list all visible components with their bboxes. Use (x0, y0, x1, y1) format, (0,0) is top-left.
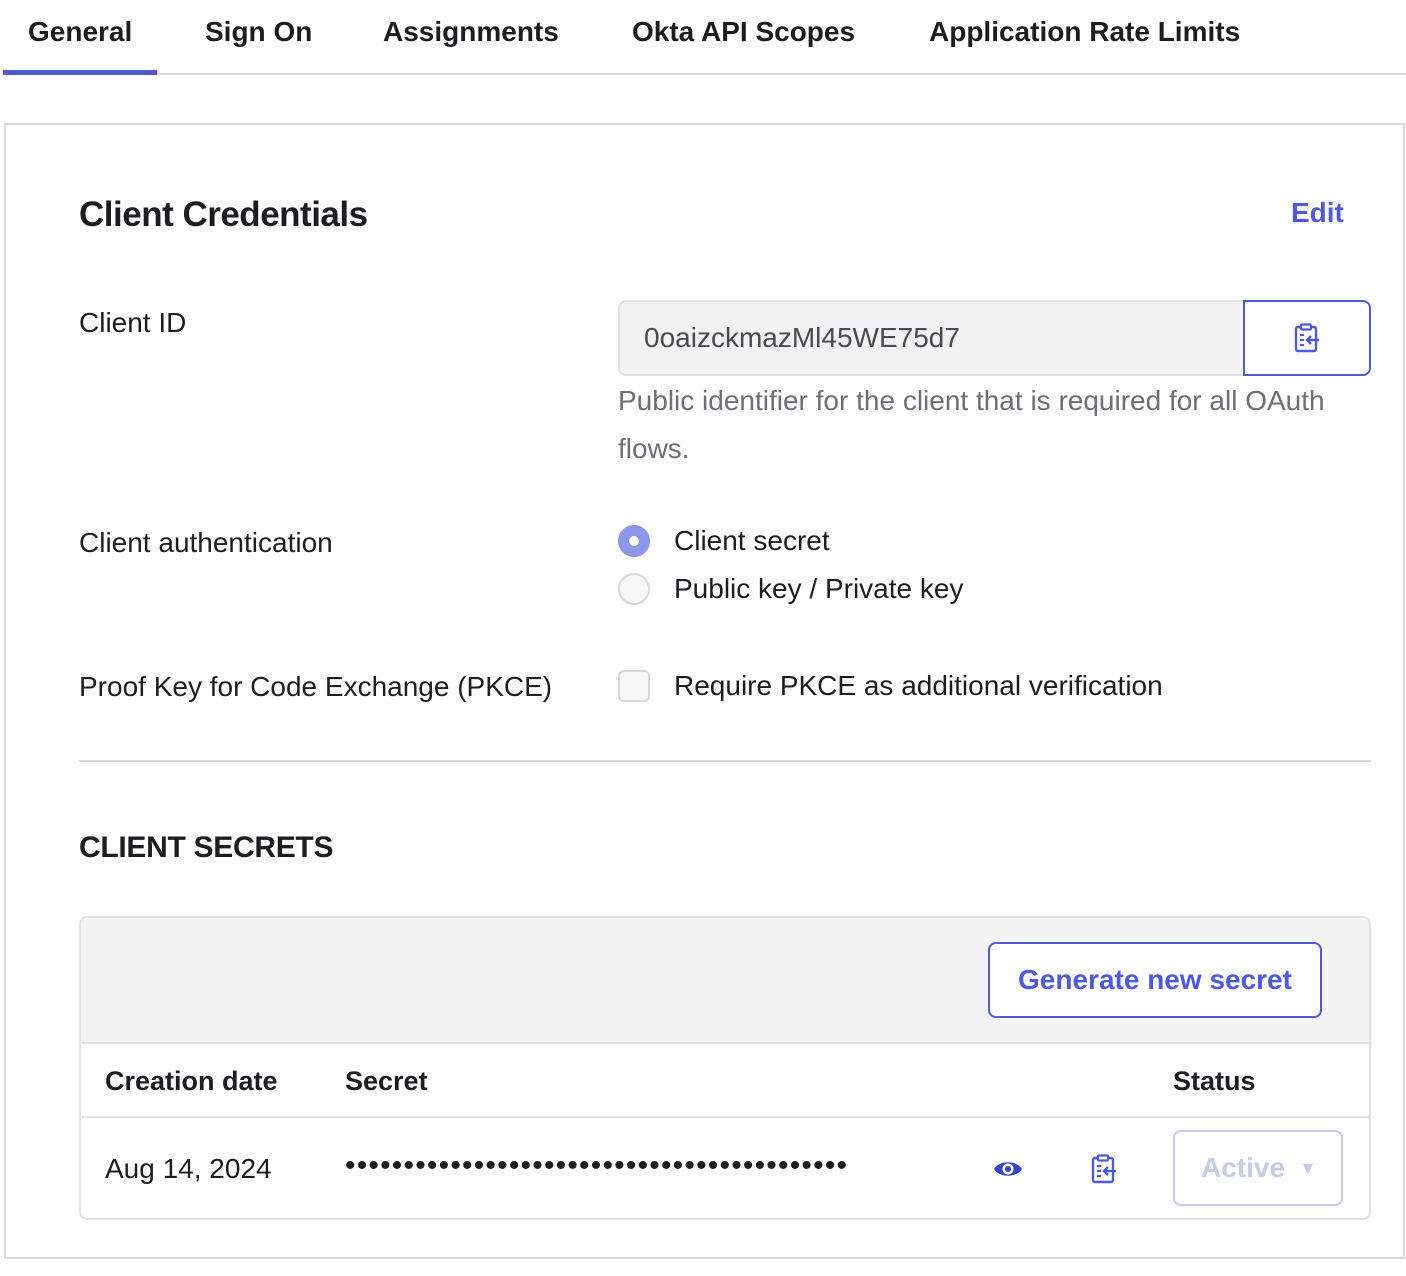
pkce-checkbox-row[interactable]: Require PKCE as additional verification (618, 670, 1163, 702)
radio-label: Client secret (674, 525, 830, 556)
pkce-checkbox[interactable] (618, 670, 650, 702)
secret-masked-value: ••••••••••••••••••••••••••••••••••••••••… (345, 1149, 849, 1182)
tab-bar: General Sign On Assignments Okta API Sco… (3, 0, 1406, 75)
radio-button[interactable] (618, 573, 650, 605)
eye-icon (994, 1162, 1022, 1176)
tab-okta-api-scopes[interactable]: Okta API Scopes (632, 0, 855, 73)
caret-down-icon: ▼ (1299, 1157, 1317, 1178)
client-id-field[interactable]: 0oaizckmazMl45WE75d7 (618, 300, 1244, 376)
radio-label: Public key / Private key (674, 573, 964, 604)
column-header-creation-date: Creation date (105, 1066, 278, 1096)
client-secrets-title: CLIENT SECRETS (79, 831, 334, 864)
tab-general[interactable]: General (3, 0, 157, 75)
table-header-divider (81, 1116, 1369, 1118)
column-header-secret: Secret (345, 1066, 428, 1096)
status-value: Active (1201, 1152, 1286, 1183)
client-id-label: Client ID (79, 307, 187, 338)
reveal-secret-button[interactable] (993, 1158, 1023, 1180)
tab-application-rate-limits[interactable]: Application Rate Limits (929, 0, 1240, 73)
pkce-label: Proof Key for Code Exchange (PKCE) (79, 671, 553, 702)
secrets-toolbar: Generate new secret (81, 918, 1369, 1044)
copy-client-id-button[interactable] (1243, 300, 1371, 376)
status-dropdown[interactable]: Active ▼ (1173, 1130, 1343, 1206)
client-secrets-table: Generate new secret Creation date Secret… (79, 916, 1371, 1220)
tab-assignments[interactable]: Assignments (383, 0, 559, 73)
section-divider (79, 760, 1371, 762)
copy-secret-button[interactable] (1091, 1154, 1121, 1184)
column-header-status: Status (1173, 1066, 1256, 1096)
pkce-checkbox-label: Require PKCE as additional verification (674, 670, 1163, 701)
edit-link[interactable]: Edit (1291, 197, 1344, 229)
generate-new-secret-button[interactable]: Generate new secret (988, 942, 1322, 1018)
client-id-help-text: Public identifier for the client that is… (618, 385, 1325, 464)
clipboard-copy-icon (1294, 323, 1319, 353)
secret-creation-date: Aug 14, 2024 (105, 1153, 272, 1184)
radio-button-checked[interactable] (618, 525, 650, 557)
client-credentials-panel: Client Credentials Edit Client ID 0oaizc… (4, 123, 1405, 1259)
section-title: Client Credentials (79, 195, 368, 234)
radio-public-private-key[interactable]: Public key / Private key (618, 573, 963, 605)
client-authentication-label: Client authentication (79, 527, 333, 558)
clipboard-copy-icon (1091, 1154, 1116, 1184)
tab-sign-on[interactable]: Sign On (205, 0, 312, 73)
radio-client-secret[interactable]: Client secret (618, 525, 830, 557)
